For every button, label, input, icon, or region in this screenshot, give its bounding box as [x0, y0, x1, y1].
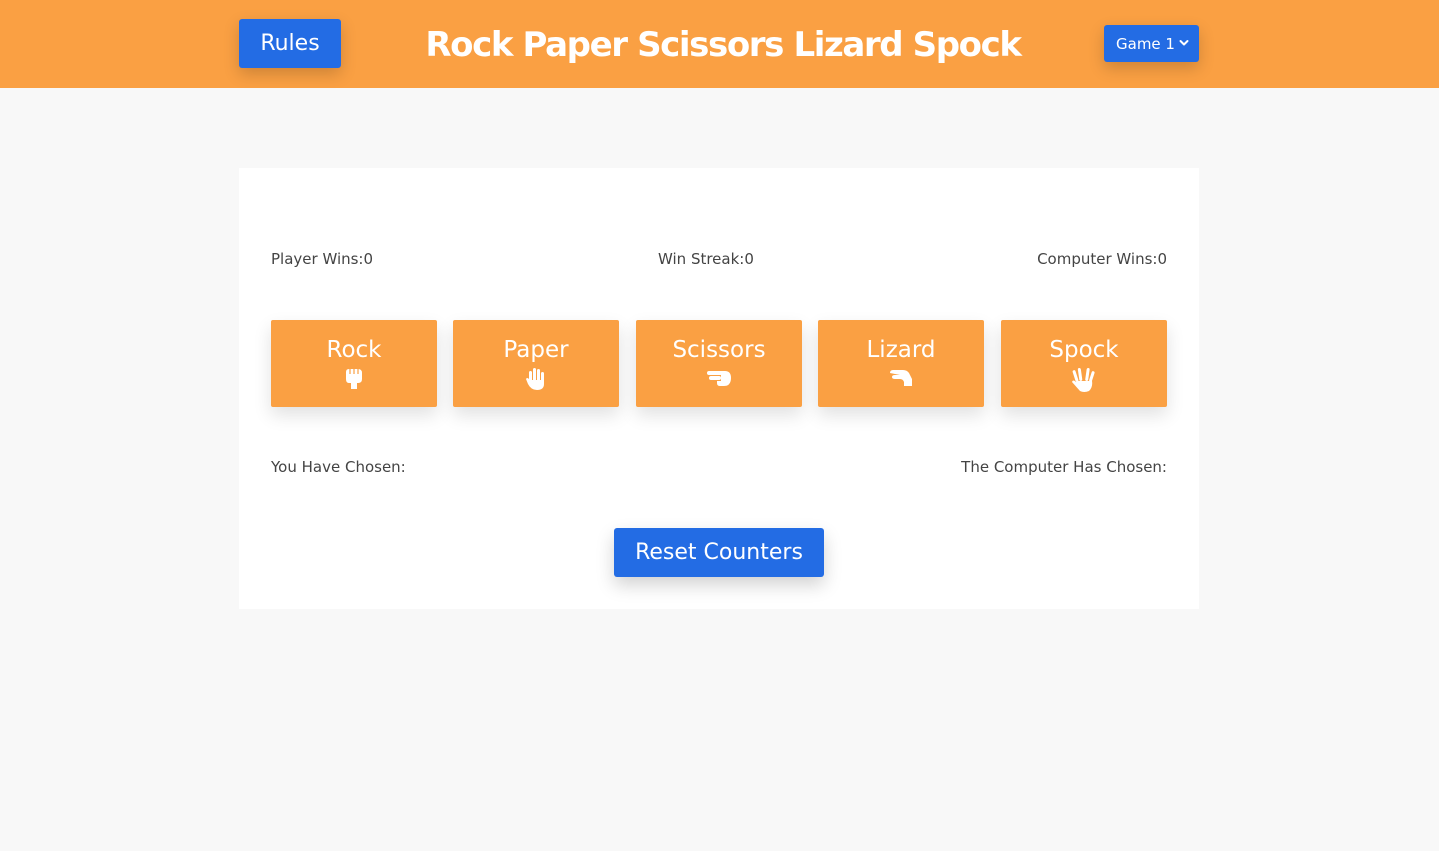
win-streak: Win Streak:0 [658, 250, 754, 268]
page-title: Rock Paper Scissors Lizard Spock [425, 25, 1022, 65]
scissors-button[interactable]: Scissors [636, 320, 802, 407]
rules-button[interactable]: Rules [239, 19, 341, 68]
game-card: Player Wins:0 Win Streak:0 Computer Wins… [239, 168, 1199, 609]
computer-wins: Computer Wins:0 [1037, 250, 1167, 268]
computer-has-chosen: The Computer Has Chosen: [961, 458, 1167, 476]
game-select[interactable]: Game 1 [1104, 25, 1199, 62]
chevron-down-icon [1179, 40, 1189, 46]
app-header: Rules Rock Paper Scissors Lizard Spock G… [0, 0, 1439, 88]
rock-label: Rock [326, 337, 382, 363]
you-have-chosen: You Have Chosen: [271, 458, 406, 476]
hand-paper-icon [526, 368, 544, 390]
hand-scissors-icon [707, 371, 731, 386]
lizard-label: Lizard [866, 337, 936, 363]
hand-rock-icon [346, 369, 362, 389]
hand-lizard-icon [890, 370, 912, 386]
player-wins: Player Wins:0 [271, 250, 374, 268]
paper-label: Paper [503, 337, 569, 363]
lizard-button[interactable]: Lizard [818, 320, 984, 407]
reset-counters-button[interactable]: Reset Counters [614, 528, 824, 577]
hand-spock-icon [1072, 368, 1095, 392]
spock-button[interactable]: Spock [1001, 320, 1167, 407]
paper-button[interactable]: Paper [453, 320, 619, 407]
game-select-value: Game 1 [1116, 34, 1175, 53]
spock-label: Spock [1049, 337, 1119, 363]
rock-button[interactable]: Rock [271, 320, 437, 407]
scissors-label: Scissors [672, 337, 766, 363]
